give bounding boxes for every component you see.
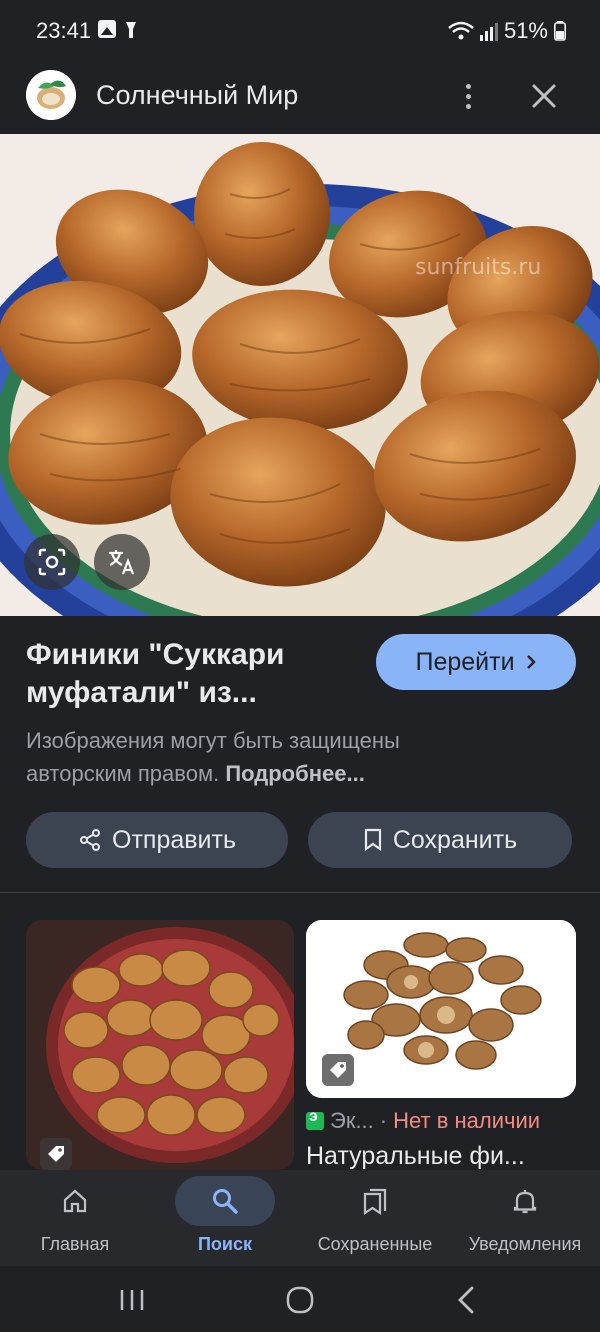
share-button-label: Отправить [112,825,236,854]
bookmark-icon [364,828,381,852]
nav-search-label: Поиск [197,1234,253,1254]
source-favicon-icon [306,1108,324,1130]
tag-icon [330,1062,346,1078]
image-notification-icon [98,20,116,38]
share-icon [80,829,101,851]
related-card-1[interactable] [26,920,294,1170]
related-card-2-source: Эк... [330,1108,374,1133]
result-title[interactable]: Финики "Суккари муфатали" из... [26,636,356,712]
more-vert-icon[interactable] [452,76,484,116]
dates-bowl-image [26,920,294,1170]
learn-more-link[interactable]: Подробнее... [225,761,365,786]
system-navigation-bar [0,1266,600,1332]
save-button[interactable]: Сохранить [308,812,572,868]
translate-button[interactable] [94,534,150,590]
chevron-right-icon [526,655,536,669]
nav-home[interactable]: Главная [0,1170,150,1266]
home-button-icon[interactable] [280,1280,320,1320]
image-watermark: sunfruits.ru [415,255,541,280]
nav-notifications[interactable]: Уведомления [450,1170,600,1266]
viewer-header: Солнечный Мир [0,62,600,134]
share-button[interactable]: Отправить [26,812,288,868]
wifi-icon [448,21,474,40]
bell-icon [513,1190,537,1214]
related-card-2[interactable] [306,920,576,1098]
stock-status: Нет в наличии [393,1108,541,1133]
product-tag-badge [322,1054,354,1086]
site-name[interactable]: Солнечный Мир [96,80,298,111]
nav-saved[interactable]: Сохраненные [300,1170,450,1266]
nav-saved-label: Сохраненные [317,1234,433,1254]
tag-icon [48,1146,64,1162]
nav-notifications-icon-wrap [475,1176,575,1226]
status-bar: 23:41 51% [0,0,600,62]
flashlight-icon [126,22,136,38]
nav-home-label: Главная [40,1234,110,1254]
status-notification-icons [98,20,138,40]
nav-notifications-label: Уведомления [468,1234,582,1254]
visit-button[interactable]: Перейти [376,634,576,690]
signal-icon [479,23,498,41]
lens-icon [38,548,66,576]
save-button-label: Сохранить [392,825,518,854]
meta-separator: · [379,1108,388,1133]
lens-button[interactable] [24,534,80,590]
collections-icon [363,1188,387,1215]
related-card-2-title[interactable]: Натуральные фи... [306,1142,576,1171]
nav-search-icon-wrap [175,1176,275,1226]
section-divider [0,892,600,893]
nav-search[interactable]: Поиск [150,1170,300,1266]
translate-icon [109,550,135,575]
nav-home-icon-wrap [25,1176,125,1226]
dates-on-plate-image: sunfruits.ru [0,134,600,616]
back-icon[interactable] [448,1280,488,1320]
home-icon [63,1189,87,1213]
bottom-navigation: Главная Поиск Сохраненные Уведомления [0,1170,600,1266]
close-icon[interactable] [526,78,562,114]
nav-saved-icon-wrap [325,1176,425,1226]
result-image[interactable]: sunfruits.ru [0,134,600,616]
visit-button-label: Перейти [415,647,515,676]
related-card-2-meta: Эк... · Нет в наличии [306,1108,540,1134]
status-time: 23:41 [36,18,92,43]
site-logo-image [26,70,76,120]
status-system-icons: 51% [448,18,566,44]
battery-percent: 51% [503,18,548,43]
product-tag-badge [40,1138,72,1170]
copyright-notice: Изображения могут быть защищены авторски… [26,724,466,790]
recent-apps-icon[interactable] [112,1280,152,1320]
battery-icon [554,21,566,41]
search-icon [213,1189,238,1214]
site-logo[interactable] [26,70,76,120]
